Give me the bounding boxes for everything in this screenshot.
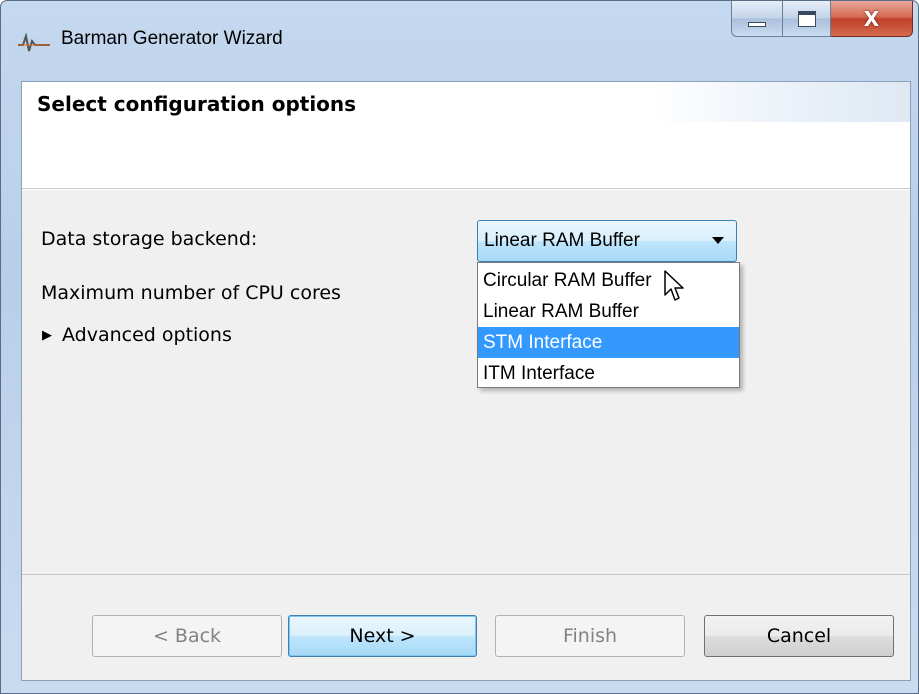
wizard-footer: < Back Next > Finish Cancel xyxy=(22,574,910,680)
next-button[interactable]: Next > xyxy=(288,615,477,657)
header-decoration xyxy=(650,82,910,122)
cancel-button[interactable]: Cancel xyxy=(704,615,894,657)
expand-triangle-icon: ▶ xyxy=(42,328,52,343)
back-button[interactable]: < Back xyxy=(92,615,282,657)
option-itm-interface[interactable]: ITM Interface xyxy=(478,358,739,389)
max-cpu-cores-label: Maximum number of CPU cores xyxy=(41,282,341,304)
maximize-button[interactable] xyxy=(783,1,831,37)
chevron-down-icon xyxy=(712,237,724,244)
advanced-options-label: Advanced options xyxy=(62,324,232,346)
window-title: Barman Generator Wizard xyxy=(61,28,283,49)
storage-backend-select[interactable]: Linear RAM Buffer xyxy=(477,220,737,262)
advanced-options-toggle[interactable]: ▶ Advanced options xyxy=(42,324,232,346)
wizard-client-area: Select configuration options Data storag… xyxy=(21,81,911,681)
title-bar[interactable]: Barman Generator Wizard X xyxy=(1,1,918,81)
storage-backend-dropdown: Circular RAM Buffer Linear RAM Buffer ST… xyxy=(477,262,740,388)
wizard-app-icon xyxy=(18,33,50,52)
storage-backend-value: Linear RAM Buffer xyxy=(484,230,640,251)
option-circular-ram-buffer[interactable]: Circular RAM Buffer xyxy=(478,265,739,296)
storage-backend-label: Data storage backend: xyxy=(41,228,258,250)
wizard-window: Barman Generator Wizard X Select configu… xyxy=(0,0,919,694)
wizard-header: Select configuration options xyxy=(22,82,910,189)
finish-button[interactable]: Finish xyxy=(495,615,685,657)
close-button[interactable]: X xyxy=(831,1,913,37)
close-icon: X xyxy=(863,6,880,31)
maximize-icon xyxy=(797,10,816,27)
minimize-icon xyxy=(748,22,766,27)
mouse-pointer-icon xyxy=(664,270,684,301)
wizard-body: Data storage backend: Maximum number of … xyxy=(22,190,910,574)
page-title: Select configuration options xyxy=(37,92,357,116)
caption-buttons: X xyxy=(731,1,913,37)
option-stm-interface[interactable]: STM Interface xyxy=(478,327,739,358)
option-linear-ram-buffer[interactable]: Linear RAM Buffer xyxy=(478,296,739,327)
minimize-button[interactable] xyxy=(731,1,783,37)
